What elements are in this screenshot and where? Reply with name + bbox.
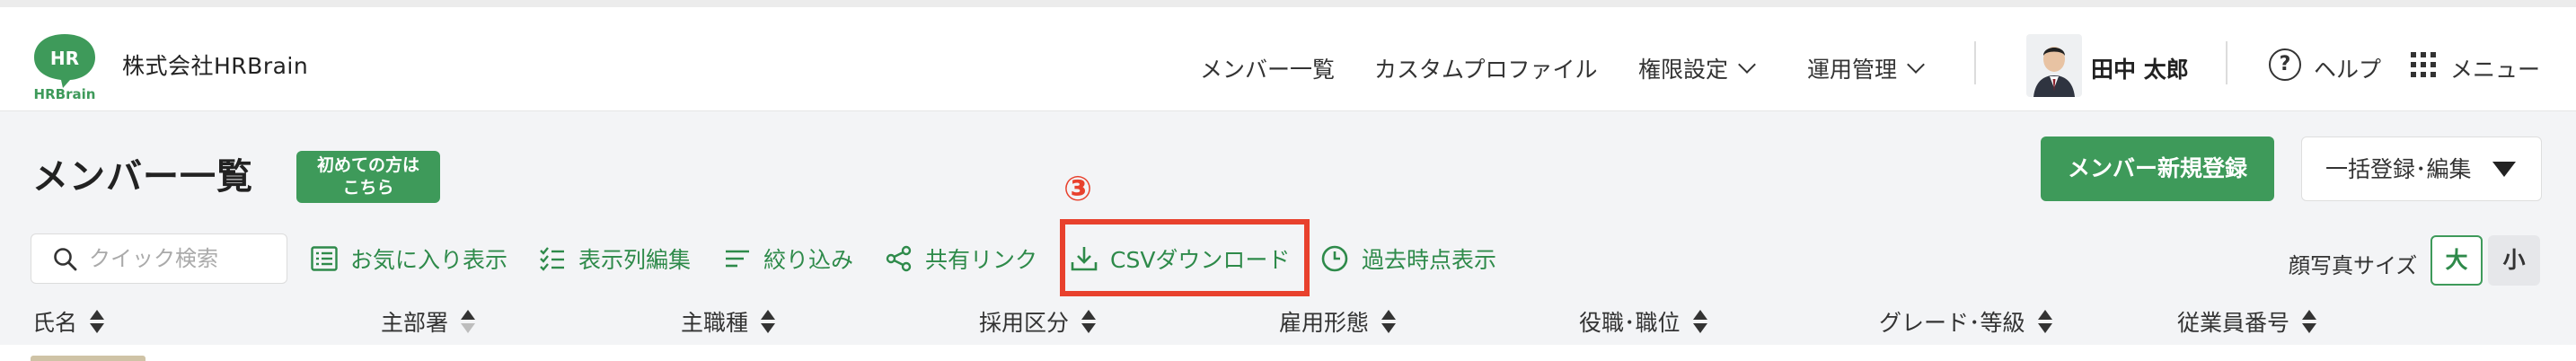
sort-icon: [461, 310, 476, 333]
add-member-button[interactable]: メンバー新規登録: [2041, 136, 2274, 201]
company-name: 株式会社HRBrain: [122, 53, 309, 79]
clock-icon: [1321, 245, 1348, 272]
column-header-grade[interactable]: グレード･等級: [1879, 305, 2052, 338]
avatar[interactable]: [2026, 34, 2082, 97]
app-header: HR HRBrain 株式会社HRBrain メンバー一覧 カスタムプロファイル…: [0, 0, 2576, 110]
filter-icon: [726, 250, 749, 268]
column-header-main-department[interactable]: 主部署: [381, 305, 476, 338]
csv-download-highlight: [1060, 219, 1310, 296]
column-header-label: 採用区分: [979, 310, 1070, 336]
nav-operations[interactable]: 運用管理: [1807, 52, 1925, 84]
sort-icon: [1081, 310, 1097, 333]
first-time-guide-line2: こちら: [342, 178, 394, 198]
sort-icon: [2037, 310, 2052, 333]
column-edit-button[interactable]: 表示列編集: [539, 242, 691, 275]
menu-link[interactable]: メニュー: [2450, 52, 2540, 84]
column-header-label: 氏名: [32, 310, 78, 336]
column-header-employee-number[interactable]: 従業員番号: [2177, 305, 2317, 338]
user-divider: [2226, 41, 2228, 84]
column-header-name[interactable]: 氏名: [32, 305, 105, 338]
table-header: 氏名 主部署 主職種 採用区分 雇用形態 役職･職位 グレード･等級 従業員番号: [0, 295, 2576, 345]
column-header-label: 雇用形態: [1279, 310, 1370, 336]
column-header-label: 役職･職位: [1579, 310, 1681, 336]
user-name[interactable]: 田中 太郎: [2091, 52, 2189, 84]
column-header-position[interactable]: 役職･職位: [1579, 305, 1707, 338]
bulk-register-edit-button[interactable]: 一括登録･編集: [2301, 136, 2542, 201]
photo-size-label: 顔写真サイズ: [2289, 253, 2418, 278]
favorites-view-button[interactable]: お気に入り表示: [311, 242, 507, 275]
nav-permission-settings-label: 権限設定: [1638, 57, 1729, 83]
column-header-label: 主部署: [381, 310, 449, 336]
photo-size-small-toggle[interactable]: 小: [2488, 235, 2540, 286]
page-title: メンバー一覧: [32, 156, 253, 198]
nav-divider: [1974, 41, 1976, 84]
past-view-button[interactable]: 過去時点表示: [1320, 242, 1496, 275]
help-link[interactable]: ヘルプ: [2314, 52, 2381, 84]
sort-icon: [90, 310, 105, 333]
help-icon[interactable]: ?: [2269, 48, 2301, 81]
chevron-down-icon: [1738, 56, 1756, 74]
share-link-button[interactable]: 共有リンク: [886, 242, 1037, 275]
column-header-hiring-type[interactable]: 採用区分: [979, 305, 1097, 338]
logo-mark-text: HR: [50, 48, 79, 69]
sort-icon: [1381, 310, 1397, 333]
member-photo-thumbnail[interactable]: [31, 356, 146, 361]
column-header-label: 従業員番号: [2177, 310, 2290, 336]
filter-label: 絞り込み: [763, 247, 854, 273]
sort-icon: [761, 310, 776, 333]
past-view-label: 過去時点表示: [1362, 247, 1497, 273]
column-header-label: グレード･等級: [1879, 310, 2025, 336]
annotation-step-number: ③: [1063, 169, 1093, 208]
share-link-label: 共有リンク: [925, 247, 1038, 273]
nav-member-list[interactable]: メンバー一覧: [1200, 52, 1335, 84]
photo-size-large-toggle[interactable]: 大: [2430, 235, 2483, 286]
list-icon: [311, 246, 338, 271]
nav-permission-settings[interactable]: 権限設定: [1638, 52, 1756, 84]
sort-icon: [1692, 310, 1707, 333]
share-icon: [886, 245, 912, 272]
caret-down-icon: [2492, 162, 2516, 177]
logo-wordmark: HRBrain: [34, 86, 96, 101]
filter-button[interactable]: 絞り込み: [724, 242, 853, 275]
chevron-down-icon: [1907, 56, 1925, 74]
search-icon: [54, 248, 77, 271]
nav-custom-profile[interactable]: カスタムプロファイル: [1374, 52, 1598, 84]
table-row[interactable]: [0, 345, 2576, 361]
column-header-employment-type[interactable]: 雇用形態: [1279, 305, 1397, 338]
first-time-guide-button[interactable]: 初めての方は こちら: [296, 151, 440, 203]
favorites-view-label: お気に入り表示: [350, 247, 508, 273]
column-header-label: 主職種: [681, 310, 749, 336]
checklist-icon: [540, 247, 564, 271]
sort-icon: [2302, 310, 2317, 333]
first-time-guide-line1: 初めての方は: [316, 155, 419, 175]
nav-operations-label: 運用管理: [1807, 57, 1898, 83]
search-input[interactable]: [89, 245, 278, 272]
grid-menu-icon[interactable]: [2411, 52, 2436, 77]
bulk-register-edit-label: 一括登録･編集: [2325, 156, 2472, 182]
hrbrain-logo[interactable]: HR HRBrain: [31, 31, 99, 102]
quick-search[interactable]: [31, 233, 287, 284]
column-edit-label: 表示列編集: [578, 247, 692, 273]
column-header-main-job-type[interactable]: 主職種: [681, 305, 776, 338]
